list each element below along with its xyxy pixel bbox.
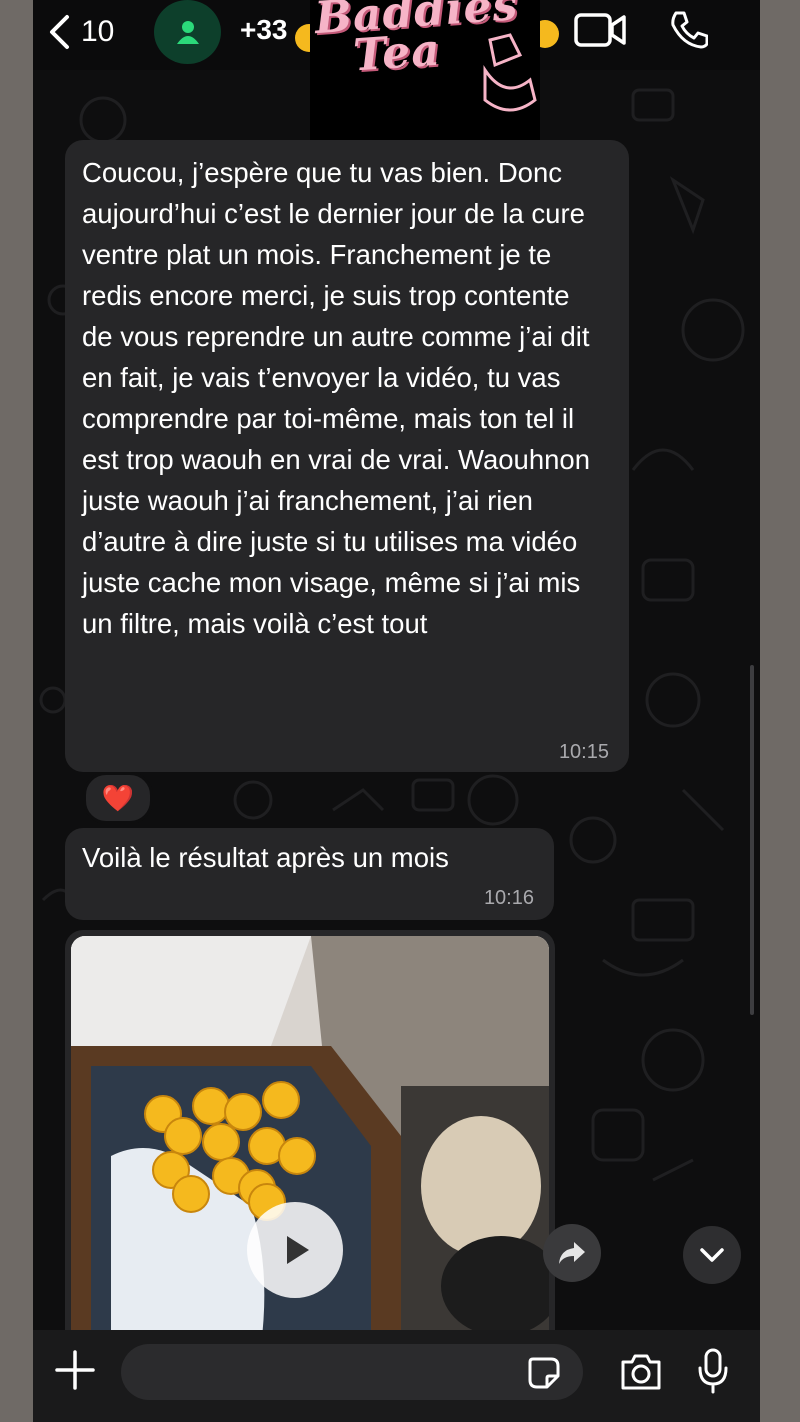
- message-time: 10:16: [483, 887, 534, 909]
- sticker-icon[interactable]: [527, 1356, 561, 1390]
- scrollbar[interactable]: [750, 665, 754, 1015]
- forward-icon: [559, 1242, 585, 1264]
- video-call-icon[interactable]: [574, 12, 626, 48]
- message-input[interactable]: [121, 1344, 583, 1400]
- back-button[interactable]: 10: [47, 12, 127, 52]
- microphone-icon[interactable]: [697, 1348, 729, 1394]
- plus-icon[interactable]: [53, 1348, 97, 1392]
- play-button[interactable]: [247, 1202, 343, 1298]
- contact-avatar-icon: [176, 21, 199, 44]
- chat-screen: 10 +33 Baddies Tea Coucou, j’espère que …: [33, 0, 760, 1422]
- camera-icon[interactable]: [619, 1352, 663, 1392]
- contact-avatar[interactable]: [154, 0, 221, 64]
- play-icon: [287, 1236, 309, 1264]
- forward-button[interactable]: [543, 1224, 601, 1282]
- contact-number[interactable]: +33: [240, 14, 288, 46]
- message-text: Coucou, j’espère que tu vas bien. Donc a…: [82, 157, 591, 639]
- message-text: Voilà le résultat après un mois: [82, 842, 449, 873]
- message-reaction[interactable]: ❤️: [83, 772, 153, 824]
- unread-count: 10: [81, 15, 115, 48]
- chevron-down-icon: [700, 1248, 724, 1262]
- message-bubble[interactable]: Coucou, j’espère que tu vas bien. Donc a…: [65, 140, 629, 772]
- message-bubble[interactable]: Voilà le résultat après un mois 10:16: [65, 828, 554, 920]
- phone-call-icon[interactable]: [668, 10, 708, 50]
- lingerie-sticker-icon: [483, 33, 537, 112]
- scroll-down-button[interactable]: [683, 1226, 741, 1284]
- video-message[interactable]: [65, 930, 555, 1350]
- message-time: 10:15: [558, 741, 609, 763]
- message-input-bar: [33, 1330, 760, 1422]
- back-chevron-icon: [50, 15, 69, 49]
- heart-reaction-icon: ❤️: [101, 782, 135, 813]
- baddies-tea-sticker: Baddies Tea: [310, 0, 540, 150]
